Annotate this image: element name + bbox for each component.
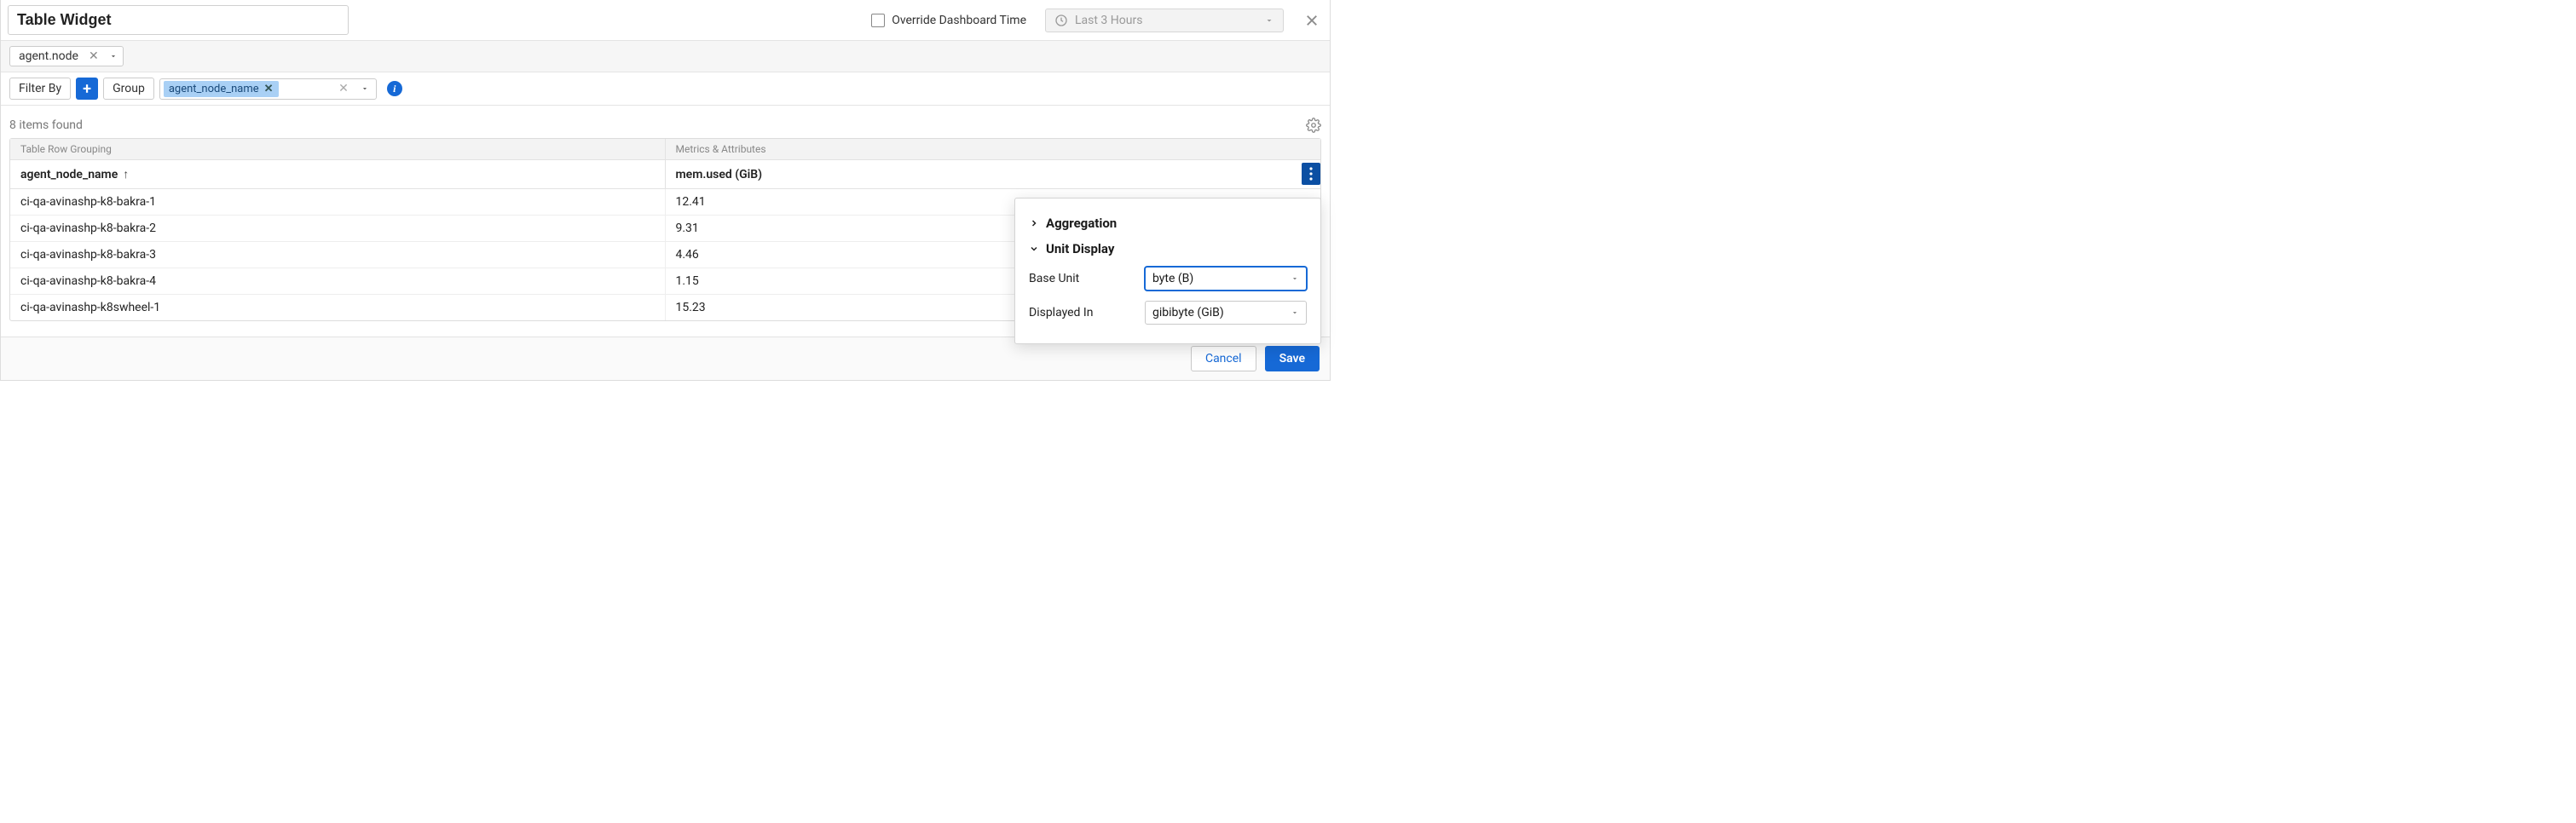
base-unit-select[interactable]: byte (B) bbox=[1145, 267, 1307, 291]
chevron-down-icon[interactable] bbox=[109, 52, 118, 60]
column-options-button[interactable] bbox=[1302, 163, 1320, 185]
filter-by-label: Filter By bbox=[9, 78, 71, 100]
chevron-down-icon bbox=[1029, 244, 1039, 254]
add-filter-button[interactable]: + bbox=[76, 78, 98, 100]
remove-tag-icon[interactable]: ✕ bbox=[264, 83, 274, 95]
sort-ascending-icon: ↑ bbox=[123, 167, 129, 181]
override-checkbox[interactable] bbox=[871, 14, 885, 27]
cancel-button[interactable]: Cancel bbox=[1191, 346, 1256, 371]
override-dashboard-time-checkbox[interactable]: Override Dashboard Time bbox=[871, 14, 1026, 27]
chevron-down-icon[interactable] bbox=[357, 84, 373, 93]
override-label: Override Dashboard Time bbox=[892, 14, 1026, 27]
column-header-value-label: mem.used (GiB) bbox=[676, 168, 763, 181]
row-name-cell: ci-qa-avinashp-k8-bakra-1 bbox=[10, 189, 666, 215]
base-unit-value: byte (B) bbox=[1152, 272, 1193, 285]
source-label: agent.node bbox=[19, 49, 78, 63]
clear-icon[interactable]: ✕ bbox=[87, 49, 101, 63]
column-header-name-label: agent_node_name bbox=[20, 168, 118, 181]
group-tag-label: agent_node_name bbox=[169, 83, 259, 95]
row-name-cell: ci-qa-avinashp-k8-bakra-2 bbox=[10, 216, 666, 241]
info-icon[interactable]: i bbox=[387, 81, 402, 96]
clock-icon bbox=[1054, 14, 1068, 27]
row-name-cell: ci-qa-avinashp-k8-bakra-4 bbox=[10, 268, 666, 294]
row-name-cell: ci-qa-avinashp-k8swheel-1 bbox=[10, 295, 666, 320]
section-header-metrics: Metrics & Attributes bbox=[666, 139, 1321, 159]
aggregation-section[interactable]: Aggregation bbox=[1029, 210, 1307, 236]
time-range-picker: Last 3 Hours bbox=[1045, 9, 1284, 32]
chevron-down-icon bbox=[1291, 308, 1299, 317]
gear-icon[interactable] bbox=[1306, 118, 1321, 133]
unit-display-section[interactable]: Unit Display bbox=[1029, 236, 1307, 262]
chevron-right-icon bbox=[1029, 218, 1039, 228]
close-icon[interactable] bbox=[1301, 9, 1323, 32]
clear-icon[interactable]: ✕ bbox=[335, 82, 352, 95]
items-found-count: 8 items found bbox=[9, 118, 83, 132]
displayed-in-value: gibibyte (GiB) bbox=[1152, 306, 1224, 319]
group-by-input[interactable]: agent_node_name ✕ ✕ bbox=[159, 78, 377, 100]
base-unit-label: Base Unit bbox=[1029, 272, 1079, 285]
chevron-down-icon bbox=[1291, 274, 1299, 283]
group-tag-chip[interactable]: agent_node_name ✕ bbox=[164, 81, 279, 97]
time-range-label: Last 3 Hours bbox=[1075, 14, 1142, 27]
section-header-grouping: Table Row Grouping bbox=[10, 139, 666, 159]
source-pill[interactable]: agent.node ✕ bbox=[9, 46, 124, 66]
widget-title-input[interactable] bbox=[8, 5, 349, 35]
save-button[interactable]: Save bbox=[1265, 346, 1320, 371]
chevron-down-icon bbox=[1264, 15, 1274, 26]
column-header-name[interactable]: agent_node_name ↑ bbox=[10, 160, 666, 188]
column-options-popover: Aggregation Unit Display Base Unit byte … bbox=[1014, 198, 1321, 344]
column-header-value[interactable]: mem.used (GiB) bbox=[666, 160, 1321, 188]
row-name-cell: ci-qa-avinashp-k8-bakra-3 bbox=[10, 242, 666, 268]
displayed-in-select[interactable]: gibibyte (GiB) bbox=[1145, 301, 1307, 325]
displayed-in-label: Displayed In bbox=[1029, 306, 1093, 319]
group-label: Group bbox=[103, 78, 154, 100]
unit-display-label: Unit Display bbox=[1046, 241, 1114, 256]
aggregation-label: Aggregation bbox=[1046, 216, 1117, 231]
